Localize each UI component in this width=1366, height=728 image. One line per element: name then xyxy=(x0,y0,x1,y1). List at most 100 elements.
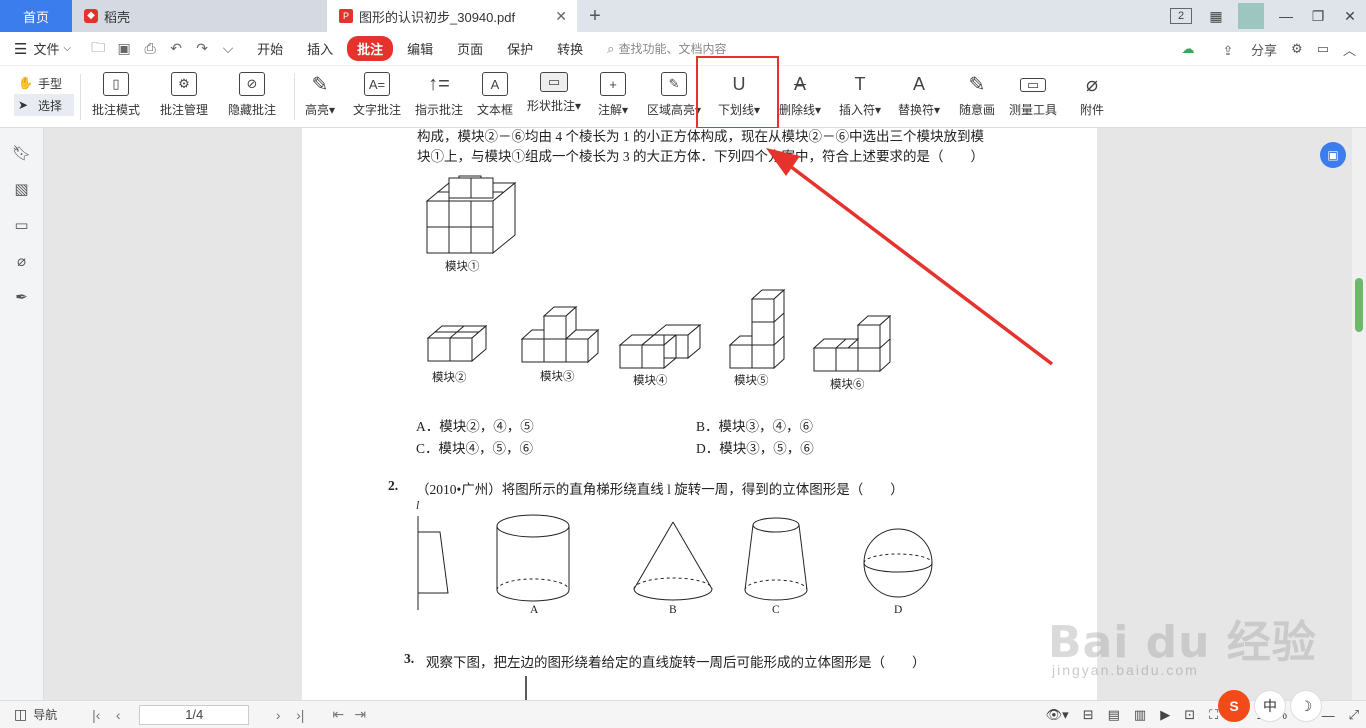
tab-home[interactable]: 首页 xyxy=(0,0,72,32)
collapse-ribbon-icon[interactable]: ︿ xyxy=(1343,40,1356,59)
last-page-button[interactable]: ›| xyxy=(289,707,311,723)
strikethrough-button[interactable]: A 删除线▾ xyxy=(779,72,821,122)
eye-protect-icon[interactable]: 👁︎▾ xyxy=(1046,707,1069,723)
more-chevron-icon[interactable]: ⌵ xyxy=(215,40,241,57)
play-icon[interactable]: ▶ xyxy=(1160,707,1170,723)
tab-pdf-document[interactable]: P 图形的认识初步_30940.pdf ✕ xyxy=(327,0,577,32)
share-button[interactable]: ⇪ 分享 xyxy=(1208,40,1277,59)
save-icon[interactable]: ▣ xyxy=(111,40,137,57)
measure-tool-button[interactable]: ▭ 测量工具 xyxy=(1009,72,1057,122)
close-window-button[interactable]: ✕ xyxy=(1334,8,1366,25)
highlight-button[interactable]: ✎ 高亮▾ xyxy=(305,72,335,122)
ime-night-mode-icon[interactable]: ☽ xyxy=(1290,690,1322,722)
toolbar-divider xyxy=(80,74,81,120)
callout-annotation-button[interactable]: ↑= 指示批注 xyxy=(415,72,463,122)
window-count-badge[interactable]: 2 xyxy=(1170,8,1192,24)
search-input[interactable]: ⌕ 查找功能、文档内容 xyxy=(607,40,726,57)
sogou-logo-icon[interactable]: S xyxy=(1218,690,1250,722)
cylinder-figure xyxy=(496,514,570,602)
measure-tool-label: 测量工具 xyxy=(1009,103,1058,117)
callout-icon: ↑= xyxy=(428,72,450,95)
signature-pen-icon[interactable]: ✒ xyxy=(0,280,43,316)
pdf-file-icon: P xyxy=(339,9,353,23)
tab-close-button[interactable]: ✕ xyxy=(555,8,567,25)
print-icon[interactable]: ⎙ xyxy=(137,40,163,57)
bookmark-icon[interactable]: 🔖︎ xyxy=(0,136,43,172)
replace-mark-button[interactable]: A 替换符▾ xyxy=(898,72,940,122)
file-menu[interactable]: ☰ 文件 ⌵ xyxy=(0,39,81,58)
annotate-manage-label: 批注管理 xyxy=(160,103,209,117)
cloud-sync-icon[interactable]: ☁ xyxy=(1181,41,1194,57)
annotate-mode-button[interactable]: ▯ 批注模式 xyxy=(92,72,140,122)
callout-label: 指示批注 xyxy=(415,103,464,117)
textbox-button[interactable]: A 文本框 xyxy=(477,72,513,122)
navigation-toggle[interactable]: ◫ 导航 xyxy=(14,706,57,723)
module1-caption: 模块① xyxy=(445,261,480,273)
actual-size-icon[interactable]: ⊡ xyxy=(1184,707,1195,723)
prev-page-button[interactable]: ‹ xyxy=(107,707,129,723)
toolbar-divider xyxy=(294,74,295,120)
menu-page[interactable]: 页面 xyxy=(447,36,493,61)
continuous-page-icon[interactable]: ▤ xyxy=(1108,707,1120,723)
restore-button[interactable]: ❐ xyxy=(1302,8,1334,25)
menu-convert[interactable]: 转换 xyxy=(547,36,593,61)
comments-panel-icon[interactable]: ▭ xyxy=(0,208,43,244)
thumbnail-icon[interactable]: ▧ xyxy=(0,172,43,208)
shape-annotation-button[interactable]: ▭ 形状批注▾ xyxy=(527,72,581,122)
vertical-scrollbar[interactable] xyxy=(1352,128,1366,700)
page-number-input[interactable]: 1/4 xyxy=(139,704,250,725)
text-annotation-button[interactable]: A= 文字批注 xyxy=(353,72,401,122)
select-tool[interactable]: ➤ 选择 xyxy=(14,94,74,116)
module3-figure xyxy=(520,305,600,364)
back-icon[interactable]: ⇤ xyxy=(327,706,349,723)
insert-caret-button[interactable]: T 插入符▾ xyxy=(839,72,881,122)
first-page-button[interactable]: |‹ xyxy=(85,707,107,723)
hand-tool[interactable]: ✋ 手型 xyxy=(14,72,74,94)
menu-protect[interactable]: 保护 xyxy=(497,36,543,61)
annotate-manage-button[interactable]: ⚙ 批注管理 xyxy=(160,72,208,122)
attachment-button[interactable]: ⌀ 附件 xyxy=(1079,72,1105,122)
textbox-icon: A xyxy=(482,72,508,96)
floating-tool-button[interactable]: ▣ xyxy=(1320,142,1346,168)
forward-icon[interactable]: ⇥ xyxy=(349,706,371,723)
option-c: C．模块④，⑤，⑥ xyxy=(416,441,534,456)
attachment-panel-icon[interactable]: ⌀ xyxy=(0,244,43,280)
file-menu-label: 文件 xyxy=(33,42,60,57)
grid-view-icon[interactable]: ▦ xyxy=(1200,8,1232,25)
highlighter-icon: ✎ xyxy=(311,73,329,96)
trapezoid-figure xyxy=(417,516,449,610)
note-label: 注解▾ xyxy=(598,103,629,117)
text-annotation-icon: A= xyxy=(364,72,390,96)
note-button[interactable]: + 注解▾ xyxy=(598,72,628,122)
menu-insert[interactable]: 插入 xyxy=(297,36,343,61)
menu-bar: ☰ 文件 ⌵ 🗀 ▣ ⎙ ↶ ↷ ⌵ 开始 插入 批注 编辑 页面 保护 转换 … xyxy=(0,32,1366,66)
hide-annotations-button[interactable]: ⊘ 隐藏批注 xyxy=(228,72,276,122)
highlight-label: 高亮▾ xyxy=(305,103,336,117)
double-page-icon[interactable]: ▥ xyxy=(1134,707,1146,723)
scrollbar-thumb[interactable] xyxy=(1355,278,1363,332)
new-tab-button[interactable]: + xyxy=(577,0,613,32)
user-avatar[interactable] xyxy=(1238,3,1264,29)
menu-start[interactable]: 开始 xyxy=(247,36,293,61)
settings-gear-icon[interactable]: ⚙ xyxy=(1291,41,1303,57)
fit-page-icon[interactable]: ⛶ xyxy=(1209,707,1218,723)
ime-chinese-mode[interactable]: 中 xyxy=(1254,690,1286,722)
comment-icon[interactable]: ▭ xyxy=(1317,41,1329,57)
window-controls: 2 ▦ — ❐ ✕ xyxy=(1170,0,1366,32)
menu-annotate[interactable]: 批注 xyxy=(347,36,394,61)
insert-caret-label: 插入符▾ xyxy=(839,103,882,117)
redo-icon[interactable]: ↷ xyxy=(189,40,215,57)
minimize-button[interactable]: — xyxy=(1270,8,1302,24)
menu-edit[interactable]: 编辑 xyxy=(397,36,443,61)
undo-icon[interactable]: ↶ xyxy=(163,40,189,57)
open-folder-icon[interactable]: 🗀 xyxy=(85,37,111,61)
replace-mark-label: 替换符▾ xyxy=(898,103,941,117)
hide-annotations-label: 隐藏批注 xyxy=(228,103,277,117)
geometry-figures xyxy=(417,175,933,700)
freehand-draw-button[interactable]: ✎ 随意画 xyxy=(959,72,995,122)
single-page-icon[interactable]: ⊟ xyxy=(1083,707,1094,723)
hand-label: 手型 xyxy=(38,76,63,91)
next-page-button[interactable]: › xyxy=(267,707,289,723)
area-highlight-button[interactable]: ✎ 区域高亮▾ xyxy=(647,72,701,122)
tab-daoke[interactable]: ◆ 稻壳 xyxy=(72,0,327,32)
